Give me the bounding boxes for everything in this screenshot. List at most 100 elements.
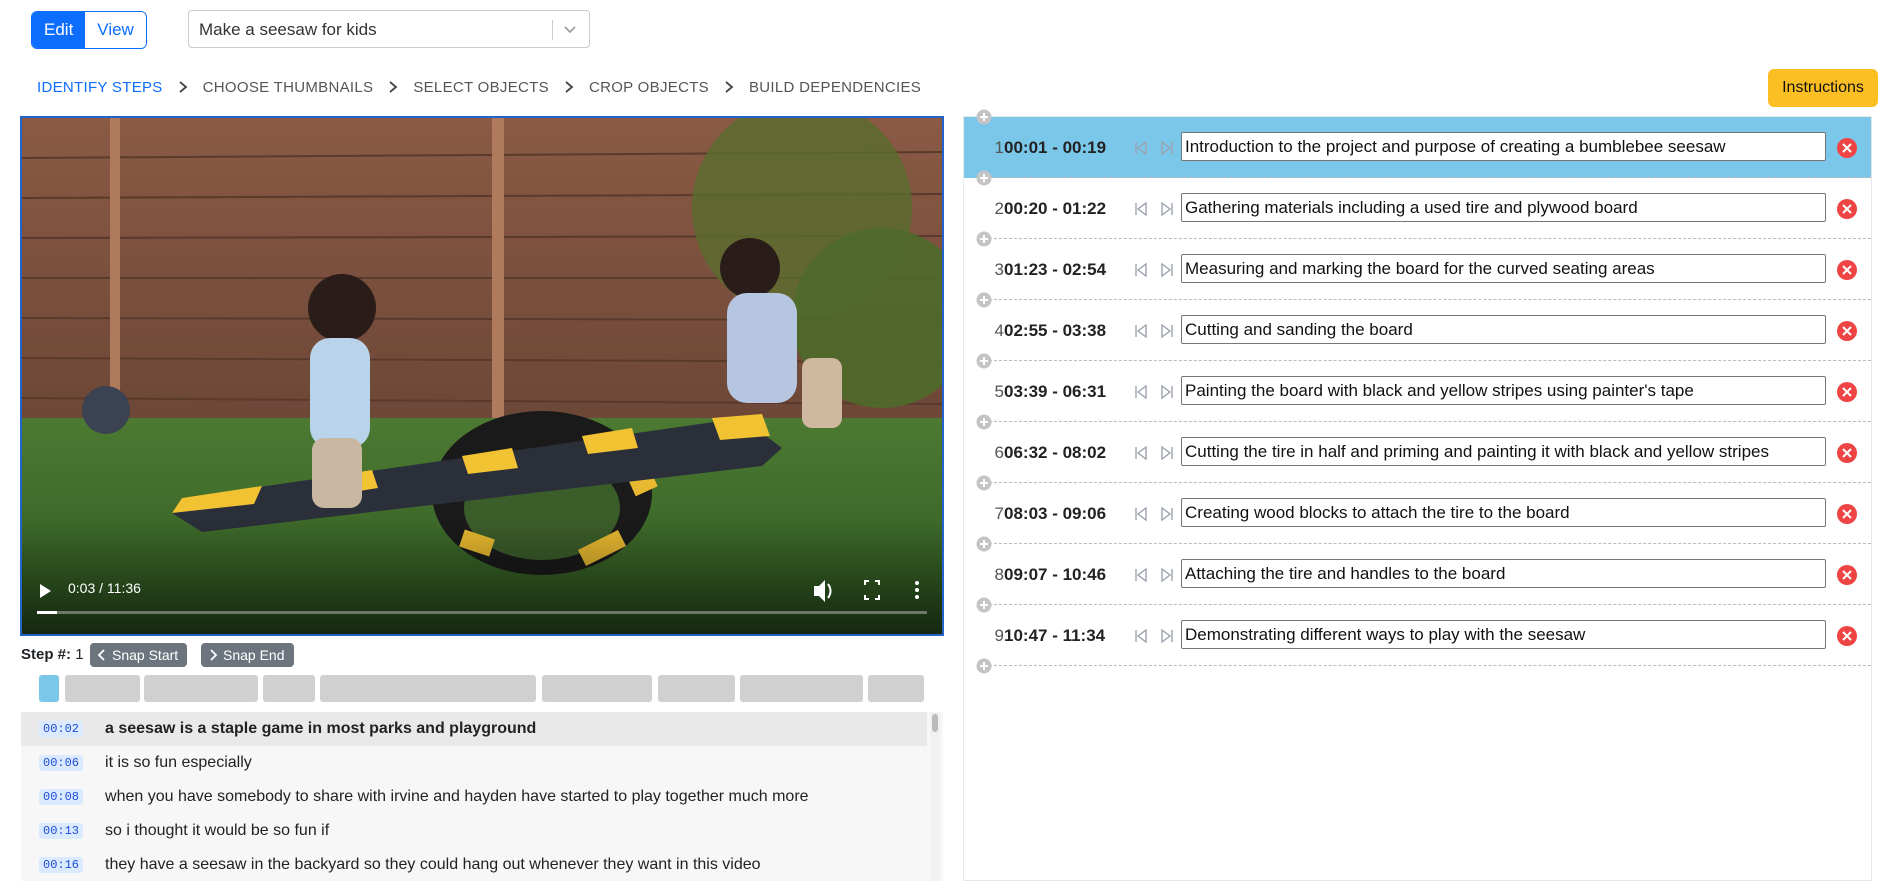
nav-build-dependencies[interactable]: BUILD DEPENDENCIES xyxy=(749,79,921,96)
transcript-time[interactable]: 00:08 xyxy=(39,789,84,805)
skip-forward-icon xyxy=(1161,262,1173,278)
remove-step-icon[interactable] xyxy=(1837,260,1857,280)
view-button[interactable]: View xyxy=(85,12,146,48)
snap-start-button[interactable]: Snap Start xyxy=(90,643,188,667)
add-step-icon[interactable] xyxy=(976,292,992,308)
transcript-time[interactable]: 00:13 xyxy=(39,823,84,839)
step-row[interactable]: 6 06:32 - 08:02 xyxy=(964,422,1871,483)
transcript-row[interactable]: 00:08 when you have somebody to share wi… xyxy=(21,780,927,814)
step-time-range: 03:39 - 06:31 xyxy=(1004,382,1107,401)
transcript-text: when you have somebody to share with irv… xyxy=(105,788,809,805)
transcript-row[interactable]: 00:13 so i thought it would be so fun if xyxy=(21,814,927,848)
nav-crop-objects[interactable]: CROP OBJECTS xyxy=(589,79,709,96)
step-number: Step #: 1 xyxy=(21,646,84,663)
timeline-segment-4[interactable] xyxy=(263,675,315,702)
step-number-value: 1 xyxy=(75,646,84,663)
skip-forward-icon xyxy=(1161,323,1173,339)
skip-forward-icon xyxy=(1161,567,1173,583)
transcript-time[interactable]: 00:06 xyxy=(39,755,84,771)
step-description-input[interactable] xyxy=(1181,559,1826,588)
task-select[interactable]: Make a seesaw for kids xyxy=(188,10,590,48)
video-progress-track[interactable] xyxy=(37,611,927,614)
step-row[interactable]: 7 08:03 - 09:06 xyxy=(964,483,1871,544)
step-description-input[interactable] xyxy=(1181,376,1826,405)
timeline-segment-6[interactable] xyxy=(542,675,652,702)
timeline-segment-1[interactable] xyxy=(39,675,59,702)
add-step-icon[interactable] xyxy=(976,109,992,125)
skip-forward-icon xyxy=(1161,201,1173,217)
step-skip-icons xyxy=(1135,628,1173,644)
transcript-time[interactable]: 00:16 xyxy=(39,857,84,873)
step-description-input[interactable] xyxy=(1181,254,1826,283)
add-step-icon[interactable] xyxy=(976,170,992,186)
snap-end-label: Snap End xyxy=(223,647,285,663)
transcript-row[interactable]: 00:02 a seesaw is a staple game in most … xyxy=(21,712,927,746)
step-index: 7 xyxy=(994,504,1004,523)
nav-select-objects[interactable]: SELECT OBJECTS xyxy=(413,79,549,96)
remove-step-icon[interactable] xyxy=(1837,443,1857,463)
step-row[interactable]: 9 10:47 - 11:34 xyxy=(964,605,1871,666)
step-skip-icons xyxy=(1135,384,1173,400)
timeline-segment-3[interactable] xyxy=(144,675,258,702)
timeline-segment-2[interactable] xyxy=(65,675,140,702)
step-index: 4 xyxy=(994,321,1004,340)
add-step-icon[interactable] xyxy=(976,475,992,491)
step-row[interactable]: 1 00:01 - 00:19 xyxy=(964,117,1871,178)
skip-back-icon xyxy=(1135,140,1147,156)
chevron-right-icon xyxy=(389,81,398,93)
add-step-icon[interactable] xyxy=(976,658,992,674)
remove-step-icon[interactable] xyxy=(1837,565,1857,585)
remove-step-icon[interactable] xyxy=(1837,382,1857,402)
step-row[interactable]: 5 03:39 - 06:31 xyxy=(964,361,1871,422)
step-index: 6 xyxy=(994,443,1004,462)
skip-forward-icon xyxy=(1161,506,1173,522)
add-step-icon[interactable] xyxy=(976,231,992,247)
chevron-right-icon xyxy=(179,81,188,93)
timeline-segment-8[interactable] xyxy=(740,675,863,702)
remove-step-icon[interactable] xyxy=(1837,626,1857,646)
remove-step-icon[interactable] xyxy=(1837,321,1857,341)
step-row[interactable]: 4 02:55 - 03:38 xyxy=(964,300,1871,361)
transcript-scrollbar[interactable] xyxy=(930,712,940,881)
step-row[interactable]: 8 09:07 - 10:46 xyxy=(964,544,1871,605)
skip-back-icon xyxy=(1135,445,1147,461)
step-description-input[interactable] xyxy=(1181,193,1826,222)
step-description-input[interactable] xyxy=(1181,620,1826,649)
transcript-scroll-thumb[interactable] xyxy=(932,714,938,732)
add-step-icon[interactable] xyxy=(976,536,992,552)
step-description-input[interactable] xyxy=(1181,437,1826,466)
remove-step-icon[interactable] xyxy=(1837,504,1857,524)
nav-choose-thumbnails[interactable]: CHOOSE THUMBNAILS xyxy=(203,79,374,96)
transcript-row[interactable]: 00:16 they have a seesaw in the backyard… xyxy=(21,848,927,881)
add-step-icon[interactable] xyxy=(976,414,992,430)
nav-identify-steps[interactable]: IDENTIFY STEPS xyxy=(37,79,163,96)
step-index: 9 xyxy=(994,626,1004,645)
step-index: 1 xyxy=(994,138,1004,157)
step-description-input[interactable] xyxy=(1181,315,1826,344)
remove-step-icon[interactable] xyxy=(1837,199,1857,219)
step-description-input[interactable] xyxy=(1181,132,1826,161)
remove-step-icon[interactable] xyxy=(1837,138,1857,158)
step-description-input[interactable] xyxy=(1181,498,1826,527)
timeline-segment-9[interactable] xyxy=(868,675,924,702)
step-skip-icons xyxy=(1135,201,1173,217)
edit-button[interactable]: Edit xyxy=(32,12,86,48)
transcript-time[interactable]: 00:02 xyxy=(39,721,84,737)
timeline-segment-7[interactable] xyxy=(658,675,735,702)
step-time-range: 06:32 - 08:02 xyxy=(1004,443,1107,462)
video-progress-fill xyxy=(37,611,57,614)
step-row[interactable]: 3 01:23 - 02:54 xyxy=(964,239,1871,300)
step-index: 5 xyxy=(994,382,1004,401)
step-number-label: Step #: xyxy=(21,646,72,663)
skip-forward-icon xyxy=(1161,445,1173,461)
transcript-row[interactable]: 00:06 it is so fun especially xyxy=(21,746,927,780)
video-player[interactable] xyxy=(20,116,944,636)
snap-end-button[interactable]: Snap End xyxy=(201,643,294,667)
step-row[interactable]: 2 00:20 - 01:22 xyxy=(964,178,1871,239)
instructions-button[interactable]: Instructions xyxy=(1768,69,1878,107)
timeline-segment-5[interactable] xyxy=(320,675,536,702)
more-options-icon[interactable] xyxy=(915,581,919,599)
add-step-icon[interactable] xyxy=(976,353,992,369)
add-step-icon[interactable] xyxy=(976,597,992,613)
skip-back-icon xyxy=(1135,567,1147,583)
